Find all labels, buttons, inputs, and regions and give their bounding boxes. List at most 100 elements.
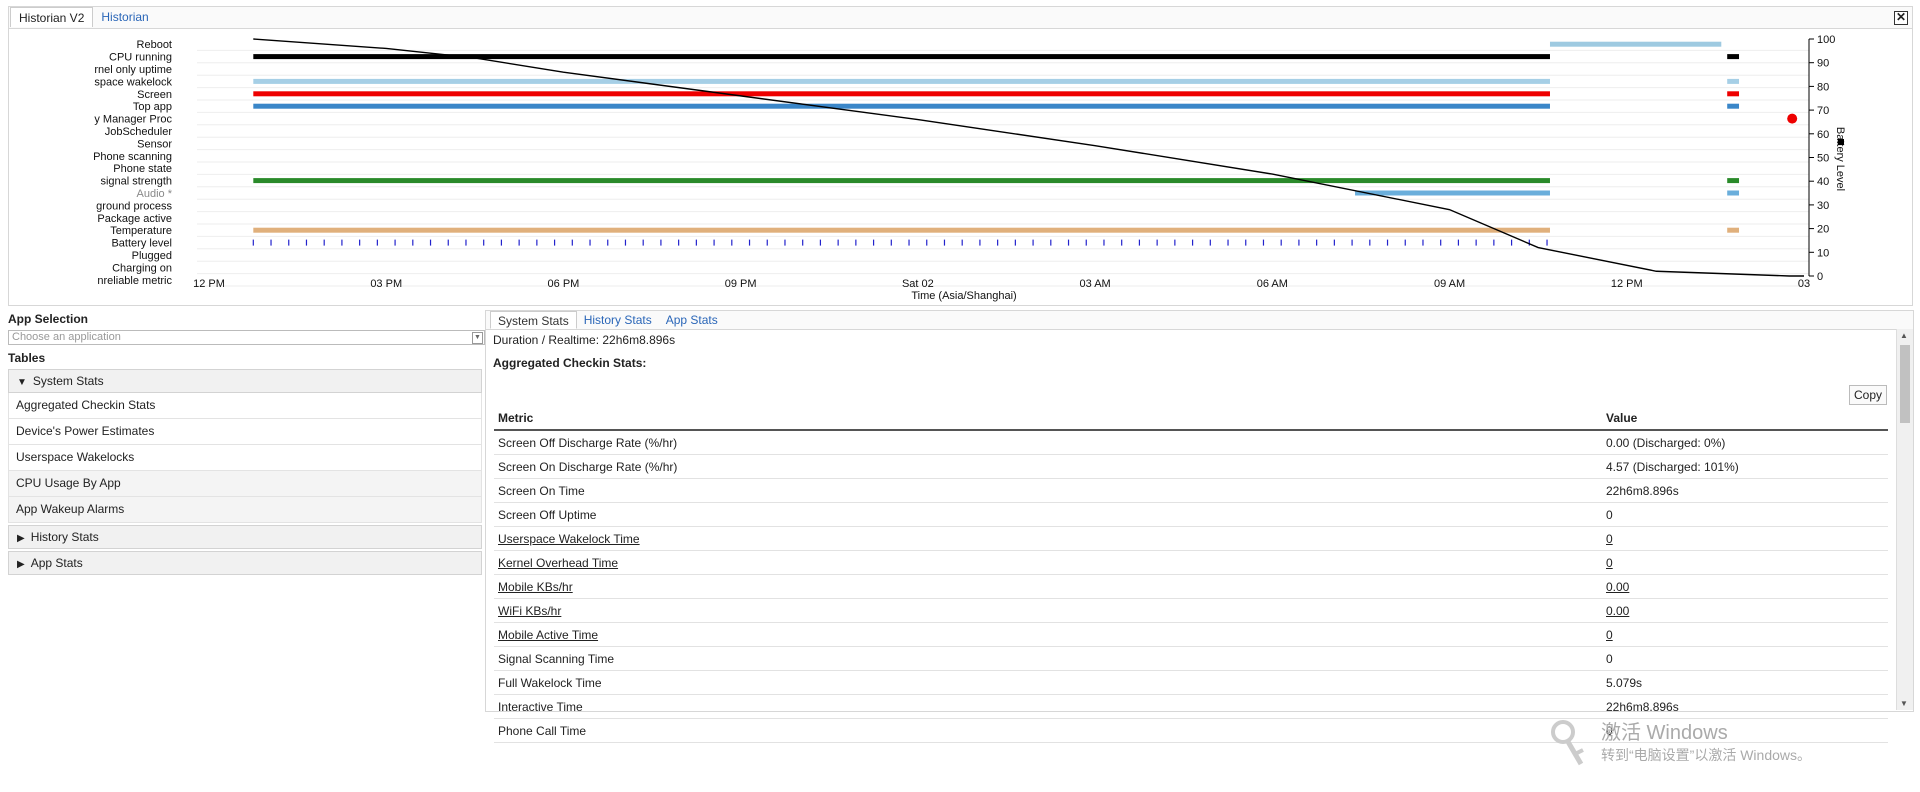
row-label: JobScheduler xyxy=(105,126,173,138)
table-row: Userspace Wakelock Time 0 xyxy=(494,526,1888,551)
timeline-bar xyxy=(1727,227,1740,233)
value-cell: 5.079s xyxy=(1602,670,1888,695)
metric-cell: Screen Off Uptime xyxy=(494,502,1602,527)
battery-axis-tick-label: 20 xyxy=(1817,224,1829,236)
timeline-bar xyxy=(253,103,1550,109)
x-tick-label: 09 PM xyxy=(725,278,757,290)
battery-axis-tick-label: 50 xyxy=(1817,153,1829,165)
close-icon[interactable]: ✕ xyxy=(1894,11,1908,25)
timeline-bar xyxy=(253,78,1550,84)
value-cell: 0 xyxy=(1602,502,1888,527)
row-label: Temperature xyxy=(110,225,172,237)
key-icon xyxy=(1551,720,1584,766)
top-tab-bar xyxy=(8,6,1913,29)
accordion-history-stats[interactable]: ▶ History Stats xyxy=(8,525,482,549)
table-item-app-wakeup-alarms[interactable]: App Wakeup Alarms xyxy=(8,497,482,523)
metric-cell[interactable]: Mobile Active Time xyxy=(494,622,1602,647)
x-tick-label: 12 PM xyxy=(193,278,225,290)
table-item-aggregated-checkin[interactable]: Aggregated Checkin Stats xyxy=(8,393,482,419)
battery-axis-tick-label: 70 xyxy=(1817,105,1829,117)
x-tick-label: 06 AM xyxy=(1257,278,1288,290)
app-select-placeholder: Choose an application xyxy=(12,331,121,343)
x-tick-label: 12 PM xyxy=(1611,278,1643,290)
tables-title: Tables xyxy=(8,351,46,365)
battery-axis-tick-label: 30 xyxy=(1817,200,1829,212)
tab-historian-v2[interactable]: Historian V2 xyxy=(10,7,94,27)
chevron-down-icon[interactable]: ▼ xyxy=(472,332,483,344)
timeline-bar xyxy=(1355,190,1550,196)
value-cell[interactable]: 0 xyxy=(1602,550,1888,575)
metric-cell[interactable]: Kernel Overhead Time xyxy=(494,550,1602,575)
value-cell[interactable]: 0.00 xyxy=(1602,598,1888,623)
row-label: ground process xyxy=(96,200,172,212)
row-label: Top app xyxy=(133,101,172,113)
row-label: Audio * xyxy=(137,188,173,200)
metric-cell: Full Wakelock Time xyxy=(494,670,1602,695)
metric-cell[interactable]: Mobile KBs/hr xyxy=(494,574,1602,599)
metric-cell[interactable]: WiFi KBs/hr xyxy=(494,598,1602,623)
tab-historian[interactable]: Historian xyxy=(93,7,156,27)
battery-axis-tick-label: 60 xyxy=(1817,129,1829,141)
value-cell: 4.57 (Discharged: 101%) xyxy=(1602,454,1888,479)
row-label: Screen xyxy=(137,89,172,101)
value-cell[interactable]: 0 xyxy=(1602,526,1888,551)
triangle-down-icon: ▼ xyxy=(17,377,27,388)
battery-axis-tick-label: 0 xyxy=(1817,271,1823,283)
copy-button[interactable]: Copy xyxy=(1848,385,1887,405)
metric-cell: Screen On Time xyxy=(494,478,1602,503)
tab-history-stats[interactable]: History Stats xyxy=(577,311,659,329)
column-header-value[interactable]: Value xyxy=(1602,407,1888,431)
stats-tabs: System Stats History Stats App Stats xyxy=(486,311,1913,330)
section-title: Aggregated Checkin Stats: xyxy=(493,356,647,370)
column-header-metric[interactable]: Metric xyxy=(494,407,1602,431)
scroll-up-icon[interactable]: ▲ xyxy=(1900,331,1908,340)
table-row: Interactive Time 22h6m8.896s xyxy=(494,694,1888,719)
timeline-chart-frame: Reboot CPU running rnel only uptime space w… xyxy=(8,28,1913,306)
timeline-bar xyxy=(253,227,1550,233)
row-label: Reboot xyxy=(137,39,172,51)
metric-cell: Screen Off Discharge Rate (%/hr) xyxy=(494,430,1602,455)
row-label: Package active xyxy=(97,213,172,225)
row-label: Phone state xyxy=(113,163,172,175)
app-select-input[interactable]: Choose an application ▼ xyxy=(8,330,485,345)
metric-cell[interactable]: Userspace Wakelock Time xyxy=(494,526,1602,551)
watermark-line1: 激活 Windows xyxy=(1601,722,1728,744)
metric-cell: Signal Scanning Time xyxy=(494,646,1602,671)
battery-axis-tick-label: 90 xyxy=(1817,58,1829,70)
x-axis-label: Time (Asia/Shanghai) xyxy=(911,290,1016,302)
timeline-bar xyxy=(253,91,1550,97)
event-marker-dot xyxy=(1787,113,1798,124)
accordion-app-stats[interactable]: ▶ App Stats xyxy=(8,551,482,575)
timeline-chart[interactable]: RebootCPU runningrnel only uptimespace w… xyxy=(9,29,1912,305)
x-tick-label: 03 xyxy=(1798,278,1810,290)
vertical-scrollbar[interactable]: ▲ ▼ xyxy=(1896,329,1913,710)
timeline-bar xyxy=(253,178,1550,184)
value-cell: 0 xyxy=(1602,646,1888,671)
table-row: Signal Scanning Time 0 xyxy=(494,646,1888,671)
table-item-power-estimates[interactable]: Device's Power Estimates xyxy=(8,419,482,445)
row-label: y Manager Proc xyxy=(94,114,172,126)
table-row: Screen On Time 22h6m8.896s xyxy=(494,478,1888,503)
row-label: CPU running xyxy=(109,52,172,64)
scroll-thumb[interactable] xyxy=(1900,345,1910,423)
row-label: nreliable metric xyxy=(97,275,172,287)
table-row: Mobile KBs/hr 0.00 xyxy=(494,574,1888,599)
scroll-down-icon[interactable]: ▼ xyxy=(1900,699,1908,708)
row-label: signal strength xyxy=(100,176,172,188)
row-label: Plugged xyxy=(132,250,172,262)
timeline-bar xyxy=(1727,190,1740,196)
value-cell: 22h6m8.896s xyxy=(1602,478,1888,503)
tab-app-stats[interactable]: App Stats xyxy=(659,311,725,329)
x-tick-label: 09 AM xyxy=(1434,278,1465,290)
value-cell[interactable]: 0 xyxy=(1602,622,1888,647)
table-item-userspace-wakelocks[interactable]: Userspace Wakelocks xyxy=(8,445,482,471)
stats-panel: System Stats History Stats App Stats Dur… xyxy=(485,310,1914,743)
table-row: Full Wakelock Time 5.079s xyxy=(494,670,1888,695)
tab-system-stats[interactable]: System Stats xyxy=(490,311,577,329)
x-tick-label: 03 PM xyxy=(370,278,402,290)
value-cell[interactable]: 0.00 xyxy=(1602,574,1888,599)
table-item-cpu-usage[interactable]: CPU Usage By App xyxy=(8,471,482,497)
accordion-system-stats[interactable]: ▼ System Stats xyxy=(8,369,482,393)
timeline-bar xyxy=(1727,178,1740,184)
metric-cell: Phone Call Time xyxy=(494,718,1602,743)
